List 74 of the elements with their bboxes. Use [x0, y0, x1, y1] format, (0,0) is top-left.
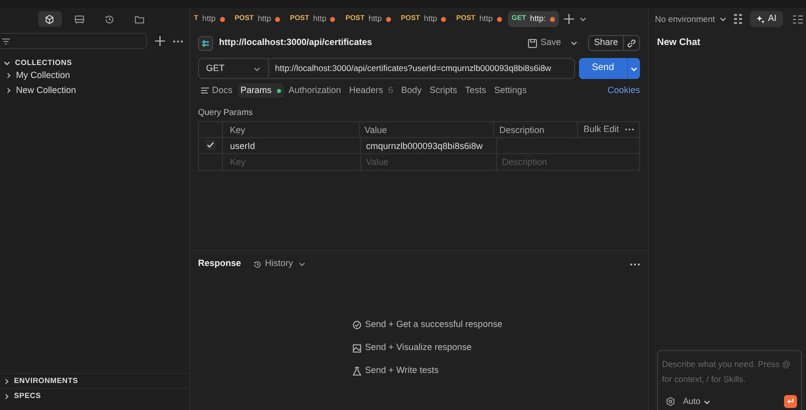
- request-subtab[interactable]: Headers 6: [346, 83, 396, 98]
- ai-tab[interactable]: AI: [750, 11, 783, 27]
- chat-input[interactable]: Describe what you need. Press @ for context, / for Skills. Auto: [657, 350, 802, 410]
- http-request-icon: [198, 36, 213, 50]
- request-subtab[interactable]: Authorization: [286, 83, 344, 98]
- request-subtab[interactable]: Tests: [462, 83, 490, 98]
- request-subtab[interactable]: Docs: [198, 83, 236, 98]
- more-icon[interactable]: [625, 128, 634, 131]
- chevron-down-icon: [702, 398, 710, 406]
- monitor-icon: [74, 14, 85, 24]
- key-input[interactable]: Key: [223, 154, 360, 170]
- mode-dropdown[interactable]: Auto: [683, 395, 710, 408]
- more-icon[interactable]: [630, 262, 640, 266]
- history-icon: [253, 260, 262, 268]
- request-title: http://localhost:3000/api/certificates: [219, 36, 372, 50]
- save-icon: [528, 38, 538, 48]
- filter-icon: [2, 38, 10, 44]
- response-title: Response: [198, 257, 242, 270]
- collapse-chevron-icon: [3, 58, 11, 67]
- param-value[interactable]: cmqurnzlb000093q8bi8s6i8w: [361, 138, 497, 153]
- value-input[interactable]: Value: [361, 154, 496, 170]
- hint-link[interactable]: Send + Get a successful response: [365, 318, 502, 332]
- chevron-right-icon: [3, 392, 10, 400]
- settings-icon[interactable]: [666, 397, 675, 406]
- environment-dropdown[interactable]: No environment: [655, 12, 728, 26]
- submit-button[interactable]: [784, 395, 797, 408]
- check-icon: [352, 320, 362, 330]
- history-icon: [104, 14, 115, 24]
- request-subtab[interactable]: Body: [398, 83, 425, 98]
- column-header: Value: [360, 122, 494, 137]
- environment-settings-icon[interactable]: [734, 14, 742, 24]
- chevron-right-icon: [3, 378, 10, 384]
- add-tab-icon[interactable]: [564, 14, 574, 24]
- section-title: Query Params: [198, 106, 254, 119]
- url-text[interactable]: http://localhost:3000/api/certificates?userId=cmqurnzlb000093q8bi8s6i8w: [269, 59, 558, 78]
- chat-title: New Chat: [657, 36, 700, 50]
- chevron-down-icon: [253, 64, 261, 72]
- url-field[interactable]: GET http://localhost:3000/api/certificates?userId=cmqurnzlb000093q8bi8s6i8w: [198, 58, 575, 79]
- param-key[interactable]: userId: [223, 138, 361, 153]
- return-arrow-icon: [787, 398, 794, 405]
- column-header: Description: [494, 122, 578, 137]
- history-dropdown[interactable]: History: [253, 257, 306, 271]
- method-dropdown[interactable]: GET: [199, 59, 269, 78]
- chevron-down-icon: [719, 15, 728, 23]
- cube-nav-button[interactable]: [38, 11, 62, 27]
- cookies-link[interactable]: Cookies: [607, 84, 640, 98]
- request-subtab[interactable]: Scripts: [426, 83, 460, 98]
- image-icon: [352, 342, 362, 352]
- send-dropdown-icon: [630, 64, 638, 72]
- hint-link[interactable]: Send + Visualize response: [365, 340, 472, 354]
- row-checkbox[interactable]: [206, 140, 216, 150]
- description-input[interactable]: Description: [497, 154, 639, 170]
- list-icon[interactable]: [792, 14, 803, 24]
- sparkle-icon: [756, 14, 766, 24]
- flask-icon: [352, 366, 362, 376]
- more-icon[interactable]: [173, 40, 183, 42]
- save-button[interactable]: Save: [528, 36, 561, 50]
- request-subtab[interactable]: Params: [238, 83, 284, 98]
- link-icon[interactable]: [627, 38, 636, 48]
- collection-item[interactable]: New Collection: [0, 83, 189, 98]
- collection-item[interactable]: My Collection: [0, 68, 189, 84]
- bulk-edit-link[interactable]: Bulk Edit: [583, 122, 619, 136]
- hint-link[interactable]: Send + Write tests: [365, 364, 439, 378]
- tabs-dropdown-icon: [578, 15, 587, 23]
- filter-field[interactable]: [0, 33, 147, 49]
- chat-textarea[interactable]: Describe what you need. Press @ for context, / for Skills.: [662, 357, 797, 391]
- folder-icon: [134, 14, 145, 24]
- add-icon[interactable]: [155, 36, 165, 46]
- request-subtab[interactable]: Settings: [491, 83, 530, 98]
- chevron-down-icon: [298, 260, 306, 268]
- save-dropdown-icon: [570, 39, 578, 47]
- cube-icon: [44, 14, 55, 24]
- docs-icon: [201, 87, 209, 94]
- column-header: Key: [222, 122, 360, 137]
